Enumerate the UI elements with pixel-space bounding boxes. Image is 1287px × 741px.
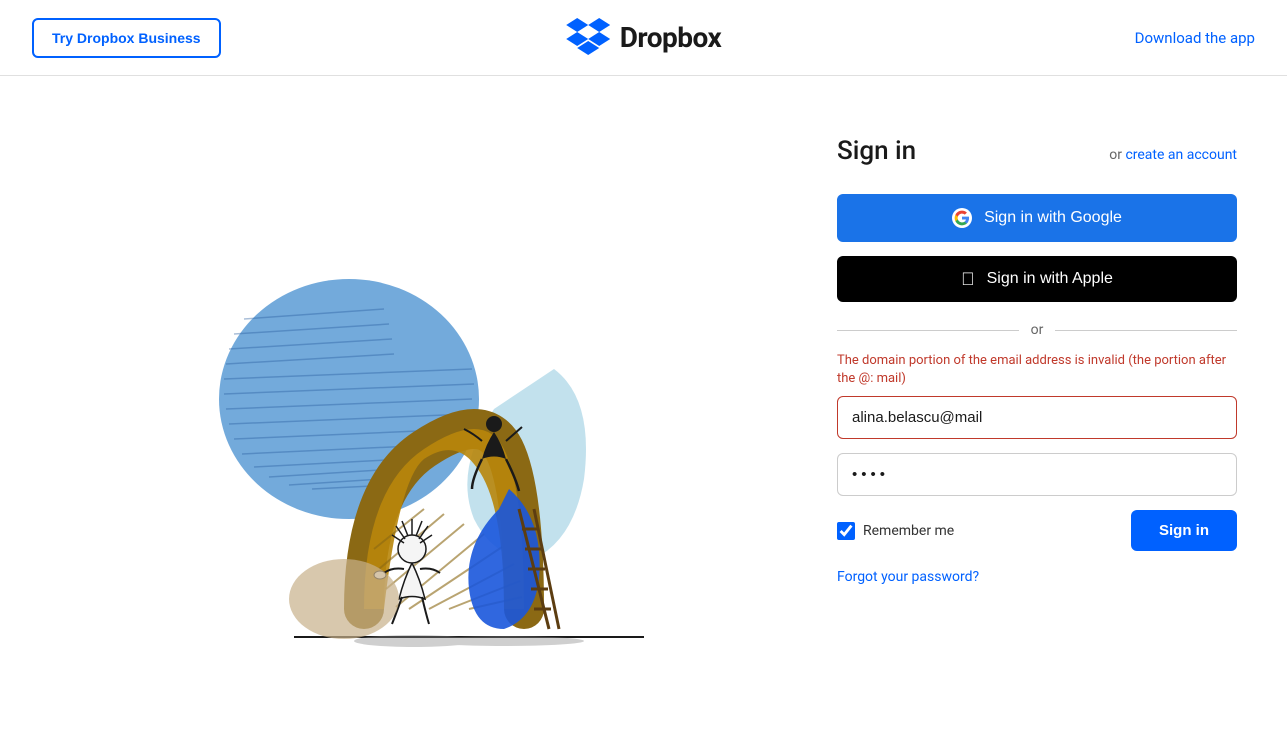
- bottom-row: Remember me Sign in: [837, 510, 1237, 551]
- password-input[interactable]: [837, 453, 1237, 496]
- logo: Dropbox: [566, 16, 722, 60]
- try-business-button-wrap: Try Dropbox Business: [32, 18, 221, 58]
- header: Try Dropbox Business Dropbox Download th…: [0, 0, 1287, 76]
- sign-in-apple-label: Sign in with Apple: [987, 270, 1113, 288]
- or-line-right: [1055, 330, 1237, 331]
- sign-in-button[interactable]: Sign in: [1131, 510, 1237, 551]
- sign-in-apple-button[interactable]:  Sign in with Apple: [837, 256, 1237, 302]
- sign-in-google-label: Sign in with Google: [984, 209, 1122, 227]
- remember-me-text: Remember me: [863, 523, 954, 539]
- or-divider-text: or: [1031, 322, 1044, 338]
- dropbox-icon: [566, 16, 610, 60]
- create-account-link[interactable]: create an account: [1125, 147, 1237, 163]
- create-account-text: or create an account: [1109, 147, 1237, 163]
- google-icon: [952, 208, 972, 228]
- hero-illustration: [164, 169, 644, 649]
- sign-in-google-button[interactable]: Sign in with Google: [837, 194, 1237, 242]
- apple-icon: : [961, 270, 975, 288]
- email-input[interactable]: [837, 396, 1237, 439]
- illustration-panel: [0, 76, 807, 741]
- signin-form-panel: Sign in or create an account Sign in wit…: [807, 76, 1287, 741]
- forgot-password-link[interactable]: Forgot your password?: [837, 569, 1237, 585]
- download-app-link[interactable]: Download the app: [1135, 29, 1255, 47]
- signin-header: Sign in or create an account: [837, 136, 1237, 166]
- or-divider: or: [837, 322, 1237, 338]
- or-line-left: [837, 330, 1019, 331]
- try-business-button[interactable]: Try Dropbox Business: [32, 18, 221, 58]
- remember-me-checkbox[interactable]: [837, 522, 855, 540]
- signin-title: Sign in: [837, 136, 916, 166]
- remember-me-label[interactable]: Remember me: [837, 522, 954, 540]
- logo-text: Dropbox: [620, 21, 722, 54]
- main-content: Sign in or create an account Sign in wit…: [0, 76, 1287, 741]
- email-error-message: The domain portion of the email address …: [837, 352, 1237, 388]
